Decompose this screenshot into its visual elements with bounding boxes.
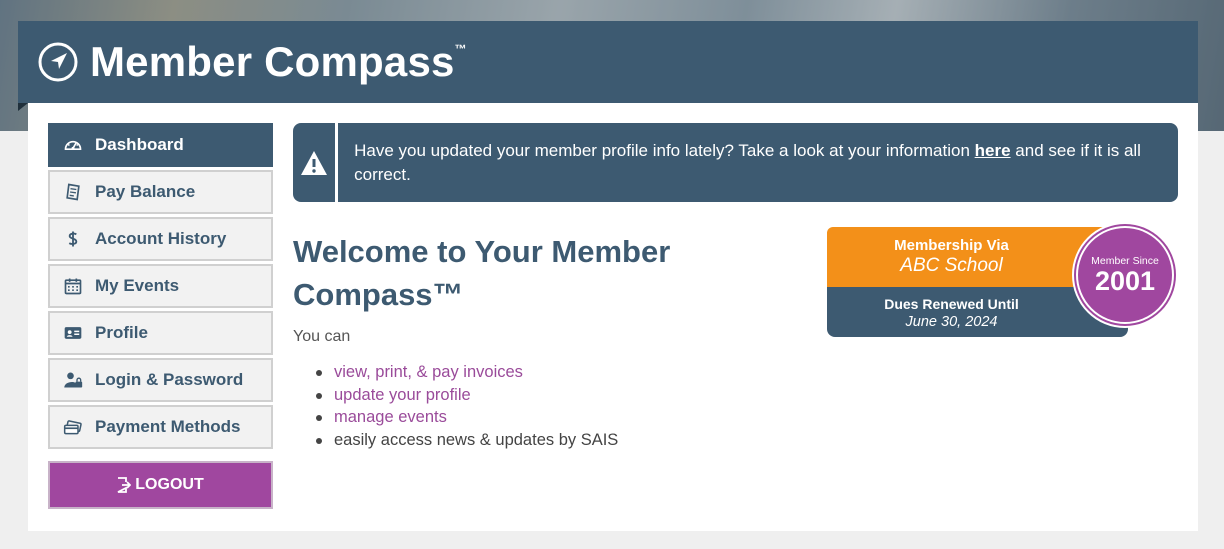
sidebar-item-profile[interactable]: Profile [48,311,273,355]
calendar-icon [61,274,85,298]
sidebar-item-label: My Events [95,276,180,295]
sidebar-item-login-password[interactable]: Login & Password [48,358,273,402]
update-profile-link[interactable]: update your profile [334,386,471,404]
page-title: Welcome to Your Member Compass™ [293,234,671,312]
sidebar-item-label: Pay Balance [95,182,196,201]
logout-label: LOGOUT [135,476,204,493]
sidebar-item-label: Profile [95,323,148,342]
sidebar-item-label: Dashboard [95,135,184,154]
list-item: easily access news & updates by SAIS [314,429,618,452]
site-header: Member Compass™ [18,21,1198,103]
sidebar-item-payment-methods[interactable]: Payment Methods [48,405,273,449]
feature-list: view, print, & pay invoices update your … [314,361,618,451]
dues-value: June 30, 2024 [905,314,998,330]
sidebar-item-pay-balance[interactable]: Pay Balance [48,170,273,214]
sidebar-item-label: Account History [95,229,227,248]
logout-button[interactable]: LOGOUT [48,461,273,509]
sidebar-item-label: Login & Password [95,370,244,389]
membership-via-label: Membership Via [894,237,1009,254]
manage-events-link[interactable]: manage events [334,408,447,426]
news-updates-text: easily access news & updates by SAIS [334,430,619,449]
brand-title[interactable]: Member Compass™ [90,38,467,86]
compass-logo-icon [38,42,78,82]
list-item: update your profile [314,384,618,407]
dues-label: Dues Renewed Until [884,296,1019,312]
id-card-icon [61,321,85,345]
user-lock-icon [61,368,85,392]
profile-info-link[interactable]: here [975,141,1011,160]
speedometer-icon [61,133,85,157]
sidebar-item-dashboard[interactable]: Dashboard [48,123,273,167]
sidebar-nav: Dashboard Pay Balance Account History My… [48,123,273,509]
member-since-badge: Member Since 2001 [1072,222,1178,328]
sidebar-item-account-history[interactable]: Account History [48,217,273,261]
sidebar-item-my-events[interactable]: My Events [48,264,273,308]
invoices-link[interactable]: view, print, & pay invoices [334,363,523,381]
list-item: view, print, & pay invoices [314,361,618,384]
warning-icon [293,123,339,202]
header-fold [18,103,28,111]
credit-card-icon [61,415,85,439]
dollar-icon [61,227,85,251]
list-item: manage events [314,406,618,429]
membership-via-value: ABC School [900,255,1003,276]
intro-text: You can [293,328,351,345]
sign-out-icon [117,477,132,493]
receipt-icon [61,180,85,204]
member-since-year: 2001 [1094,266,1156,296]
alert-message: Have you updated your member profile inf… [354,140,1141,184]
sidebar-item-label: Payment Methods [95,417,241,436]
profile-update-alert: Have you updated your member profile inf… [293,123,1178,202]
